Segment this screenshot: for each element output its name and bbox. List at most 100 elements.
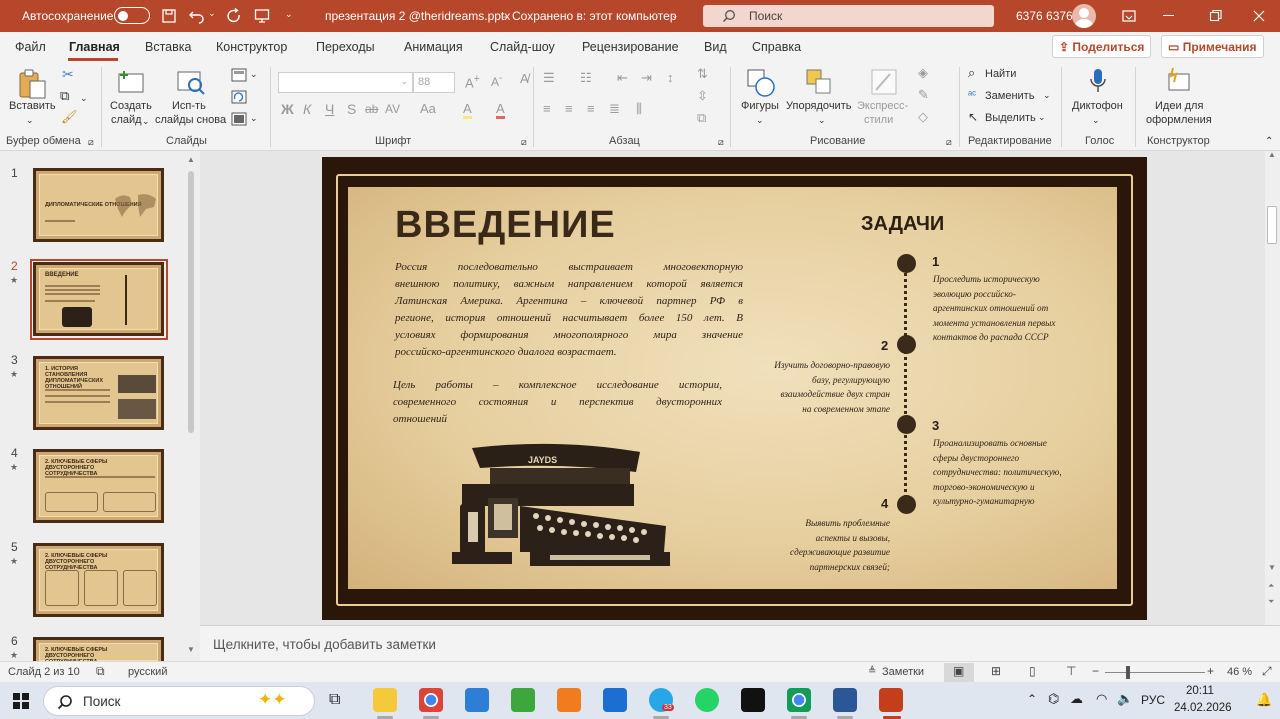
slide-thumbnail-4[interactable]: 2. КЛЮЧЕВЫЕ СФЕРЫ ДВУСТОРОННЕГО СОТРУДНИ… xyxy=(33,449,164,523)
undo-icon[interactable] xyxy=(188,8,206,24)
slide-title[interactable]: ВВЕДЕНИЕ xyxy=(395,204,616,247)
select-dropdown-icon[interactable]: ⌄ xyxy=(1038,110,1046,124)
chrome-profile-icon[interactable] xyxy=(787,688,811,712)
user-name[interactable]: 6376 6376 xyxy=(1016,9,1073,23)
text-direction-icon[interactable]: ⇅ xyxy=(697,67,708,81)
whatsapp-icon[interactable] xyxy=(695,688,719,712)
underline-button[interactable]: Ч xyxy=(325,102,334,116)
select-icon[interactable]: ↖ xyxy=(968,110,978,124)
copy-icon[interactable]: ⧉ xyxy=(60,89,69,103)
section-icon[interactable] xyxy=(231,112,247,126)
slide-thumbnail-3[interactable]: 1. ИСТОРИЯ СТАНОВЛЕНИЯ ДИПЛОМАТИЧЕСКИХ О… xyxy=(33,356,164,430)
paste-label[interactable]: Вставить xyxy=(9,99,56,113)
font-size-select[interactable]: 88 xyxy=(413,72,455,93)
scrollbar-thumb[interactable] xyxy=(188,171,194,433)
search-box[interactable]: Поиск xyxy=(703,5,994,27)
columns-icon[interactable]: ⫼ xyxy=(636,102,642,116)
change-case-button[interactable]: Aa xyxy=(420,102,436,116)
paste-dropdown-icon[interactable]: ⌄ xyxy=(26,113,34,127)
notes-placeholder[interactable]: Щелкните, чтобы добавить заметки xyxy=(213,637,436,652)
close-icon[interactable] xyxy=(1252,9,1266,23)
tab-review[interactable]: Рецензирование xyxy=(582,40,679,54)
collapse-ribbon-icon[interactable]: ⌃ xyxy=(1265,135,1273,149)
arrange-label[interactable]: Упорядочить xyxy=(786,99,851,113)
increase-indent-icon[interactable]: ⇥ xyxy=(641,71,652,85)
language-indicator[interactable]: русский xyxy=(128,666,167,678)
reset-icon[interactable] xyxy=(231,90,247,104)
outlook-icon[interactable] xyxy=(603,688,627,712)
slide-thumbnail-1[interactable]: ДИПЛОМАТИЧЕСКИЕ ОТНОШЕНИЯ xyxy=(33,168,164,242)
scroll-down-icon[interactable]: ▼ xyxy=(187,645,195,654)
customize-qat-icon[interactable]: ⌄ xyxy=(285,9,293,20)
slide-sorter-icon[interactable]: ⊞ xyxy=(991,664,1001,678)
shape-outline-icon[interactable]: ✎ xyxy=(918,88,929,102)
section-dropdown-icon[interactable]: ⌄ xyxy=(250,111,258,125)
designer-icon[interactable] xyxy=(1163,66,1193,96)
zoom-in-icon[interactable]: + xyxy=(1207,664,1214,678)
tasks-title[interactable]: ЗАДАЧИ xyxy=(861,213,944,236)
shapes-dropdown-icon[interactable]: ⌄ xyxy=(756,113,764,127)
italic-button[interactable]: К xyxy=(303,102,311,116)
scroll-up-icon[interactable]: ▲ xyxy=(187,155,195,164)
new-slide-icon[interactable] xyxy=(116,68,146,98)
smartart-icon[interactable]: ⧉ xyxy=(697,111,706,125)
slideshow-view-icon[interactable]: ⊤ xyxy=(1066,664,1076,678)
network-icon[interactable]: ⌬ xyxy=(1048,691,1059,707)
previous-slide-icon[interactable]: ⏶ xyxy=(1268,581,1274,591)
align-right-icon[interactable]: ≡ xyxy=(587,102,595,116)
save-icon[interactable] xyxy=(161,8,177,24)
quick-styles-icon[interactable] xyxy=(870,68,898,96)
char-spacing-button[interactable]: AV xyxy=(385,102,400,116)
dictate-dropdown-icon[interactable]: ⌄ xyxy=(1092,113,1100,127)
task-view-icon[interactable]: ⧉ xyxy=(329,691,340,709)
volume-icon[interactable]: 🔈 xyxy=(1117,691,1133,707)
user-avatar[interactable] xyxy=(1072,4,1096,28)
font-launcher-icon[interactable]: ⧄ xyxy=(521,135,527,149)
cloud-icon[interactable]: ☁ xyxy=(1070,691,1083,707)
notes-icon[interactable]: ≜ xyxy=(868,666,876,677)
thumbnail-scrollbar[interactable]: ▲ ▼ xyxy=(186,155,196,657)
undo-dropdown-icon[interactable]: ⌄ xyxy=(208,8,216,19)
wifi-icon[interactable]: ◠ xyxy=(1096,691,1107,707)
microphone-icon[interactable] xyxy=(1088,67,1108,97)
tray-expand-icon[interactable]: ⌃ xyxy=(1027,692,1037,706)
align-left-icon[interactable]: ≡ xyxy=(543,102,551,116)
paste-icon[interactable] xyxy=(16,68,48,100)
ribbon-display-options-icon[interactable] xyxy=(1121,8,1137,24)
align-center-icon[interactable]: ≡ xyxy=(565,102,573,116)
copy-dropdown-icon[interactable]: ⌄ xyxy=(80,91,88,105)
clock-time[interactable]: 20:11 xyxy=(1186,685,1214,697)
find-label[interactable]: Найти xyxy=(985,67,1016,81)
zoom-level[interactable]: 46 % xyxy=(1227,666,1252,678)
clear-format-icon[interactable]: A̸ xyxy=(520,72,529,86)
font-family-dropdown-icon[interactable]: ⌄ xyxy=(400,76,408,87)
slide-thumbnail-2[interactable]: ВВЕДЕНИЕ xyxy=(33,262,164,336)
highlight-button[interactable]: A xyxy=(463,102,472,119)
typewriter-illustration[interactable]: JAYDS xyxy=(440,440,675,570)
tab-transitions[interactable]: Переходы xyxy=(316,40,375,54)
strikethrough-button[interactable]: ab xyxy=(365,102,378,116)
zoom-slider-thumb[interactable] xyxy=(1126,666,1130,679)
word-icon[interactable] xyxy=(833,688,857,712)
sublime-text-icon[interactable] xyxy=(557,688,581,712)
quick-styles-label-1[interactable]: Экспресс- xyxy=(857,99,908,113)
tab-animations[interactable]: Анимация xyxy=(404,40,463,54)
tab-slideshow[interactable]: Слайд-шоу xyxy=(490,40,555,54)
slide-thumbnail-6[interactable]: 2. КЛЮЧЕВЫЕ СФЕРЫ ДВУСТОРОННЕГО СОТРУДНИ… xyxy=(33,637,164,665)
bold-button[interactable]: Ж xyxy=(281,102,294,116)
new-slide-dropdown-icon[interactable]: ⌄ xyxy=(142,114,150,128)
taskbar-search-box[interactable]: Поиск ✦✦ xyxy=(43,686,315,716)
save-status-chevron-icon[interactable]: ⌄ xyxy=(671,10,679,21)
line-spacing-icon[interactable]: ↕ xyxy=(667,71,674,85)
paragraph-launcher-icon[interactable]: ⧄ xyxy=(718,135,724,149)
comments-button[interactable]: ▭ Примечания xyxy=(1161,35,1264,58)
restore-icon[interactable] xyxy=(1209,9,1223,23)
arrange-icon[interactable] xyxy=(804,67,834,97)
tab-help[interactable]: Справка xyxy=(752,40,801,54)
reuse-slides-icon[interactable] xyxy=(176,68,206,98)
notifications-icon[interactable]: 🔔 xyxy=(1256,692,1272,708)
arrange-dropdown-icon[interactable]: ⌄ xyxy=(818,113,826,127)
format-painter-icon[interactable]: 🖌 xyxy=(61,110,78,124)
present-icon[interactable] xyxy=(254,8,270,24)
find-icon[interactable]: ⌕ xyxy=(968,66,975,80)
